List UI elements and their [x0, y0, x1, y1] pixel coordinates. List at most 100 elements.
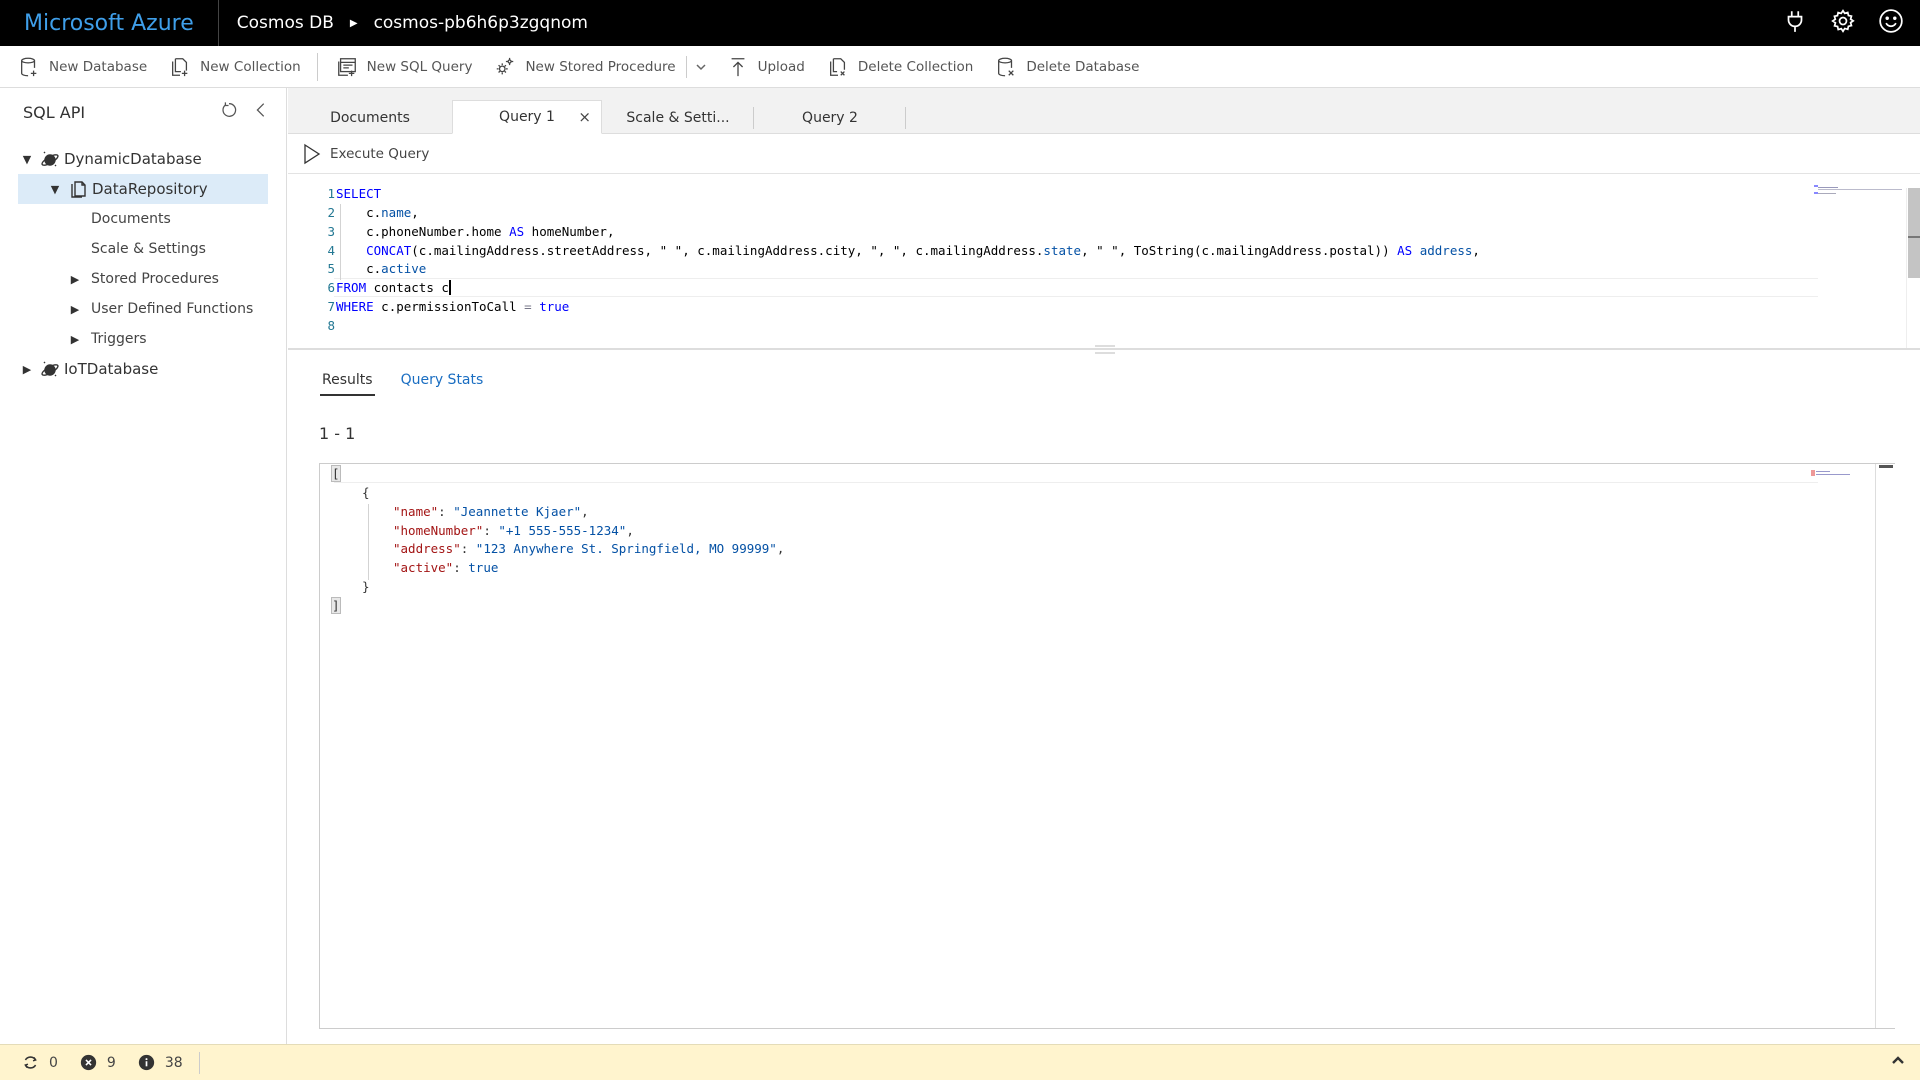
- chevron-right-icon: ▶: [349, 17, 358, 29]
- tab-query-1[interactable]: Query 1 ×: [452, 100, 602, 134]
- delete-collection-icon: [829, 57, 845, 76]
- gears-icon: [497, 57, 514, 74]
- caret-right-icon[interactable]: ▶: [68, 333, 82, 346]
- delete-collection-button[interactable]: Delete Collection: [827, 52, 973, 82]
- minimap[interactable]: [1814, 184, 1904, 196]
- status-bar: 0 9 38: [0, 1044, 1920, 1080]
- brand-logo[interactable]: Microsoft Azure: [0, 0, 219, 46]
- line-number: 6: [327, 280, 335, 295]
- current-line-highlight: [334, 464, 1818, 483]
- collapse-panel-icon[interactable]: [252, 101, 270, 123]
- code-line: c.name,: [336, 205, 419, 220]
- json-line: [: [331, 465, 341, 482]
- code-line: CONCAT(c.mailingAddress.streetAddress, "…: [366, 243, 1480, 258]
- top-header: Microsoft Azure Cosmos DB ▶ cosmos-pb6h6…: [0, 0, 1920, 46]
- error-notifications[interactable]: 9: [80, 1054, 116, 1071]
- results-json-viewer[interactable]: [ { "name": "Jeannette Kjaer", "homeNumb…: [319, 463, 1895, 1029]
- json-line: }: [362, 579, 370, 594]
- line-number: 3: [327, 224, 335, 239]
- delete-database-button[interactable]: Delete Database: [995, 52, 1139, 82]
- results-scrollbar[interactable]: [1875, 464, 1895, 1028]
- caret-right-icon[interactable]: ▶: [68, 303, 82, 316]
- code-line: FROM contacts c: [336, 280, 451, 295]
- caret-right-icon[interactable]: ▶: [68, 273, 82, 286]
- tree-node-dynamicdatabase[interactable]: ▼ DynamicDatabase: [0, 144, 286, 174]
- editor-scrollbar[interactable]: [1906, 188, 1920, 348]
- tree-node-iotdatabase[interactable]: ▶ IoTDatabase: [0, 354, 286, 384]
- json-line: "homeNumber": "+1 555-555-1234",: [393, 523, 634, 538]
- plug-icon[interactable]: [1782, 8, 1808, 38]
- line-number: 1: [327, 186, 335, 201]
- gear-icon[interactable]: [1830, 8, 1856, 38]
- tab-divider: [905, 107, 906, 129]
- tree-node-scale-settings[interactable]: Scale & Settings: [0, 234, 286, 264]
- scrollbar-marker: [1908, 188, 1920, 238]
- tab-documents[interactable]: Documents: [288, 101, 452, 134]
- result-count: 1 - 1: [319, 424, 356, 443]
- execute-query-button[interactable]: Execute Query: [302, 143, 429, 165]
- tree-node-stored-procedures[interactable]: ▶ Stored Procedures: [0, 264, 286, 294]
- code-line: c.phoneNumber.home AS homeNumber,: [336, 224, 615, 239]
- tab-results[interactable]: Results: [320, 370, 375, 396]
- tree-node-udfs[interactable]: ▶ User Defined Functions: [0, 294, 286, 324]
- tab-query-stats[interactable]: Query Stats: [399, 370, 486, 396]
- pending-notifications[interactable]: 0: [22, 1054, 58, 1071]
- tree-node-triggers[interactable]: ▶ Triggers: [0, 324, 286, 354]
- divider: [198, 1051, 200, 1074]
- smiley-feedback-icon[interactable]: [1878, 8, 1904, 38]
- text-cursor: [448, 280, 451, 295]
- sync-icon: [24, 1056, 37, 1069]
- tree-node-datarepository[interactable]: ▼ DataRepository: [18, 174, 268, 204]
- delete-database-icon: [998, 57, 1015, 76]
- json-line: "address": "123 Anywhere St. Springfield…: [393, 541, 785, 556]
- expand-console-button[interactable]: [1890, 1053, 1906, 1073]
- line-number: 5: [327, 261, 335, 276]
- caret-down-icon[interactable]: ▼: [48, 183, 62, 196]
- breadcrumb-service[interactable]: Cosmos DB: [237, 13, 334, 33]
- breadcrumb: Cosmos DB ▶ cosmos-pb6h6p3zgqnom: [219, 13, 588, 33]
- tab-strip: Documents Query 1 × Scale & Setti... Que…: [288, 88, 1920, 134]
- collection-icon: [71, 181, 86, 198]
- info-icon: [138, 1054, 154, 1071]
- resource-tree-panel: SQL API ▼ DynamicDatabase ▼ DataReposito…: [0, 88, 287, 1044]
- more-dropdown[interactable]: [685, 55, 707, 78]
- tab-scale-settings[interactable]: Scale & Setti...: [602, 101, 754, 134]
- code-line: c.active: [336, 261, 427, 276]
- code-line: SELECT: [336, 186, 382, 201]
- database-planet-icon: [41, 151, 59, 167]
- play-icon: [304, 143, 321, 164]
- new-collection-button[interactable]: New Collection: [169, 52, 301, 82]
- command-bar: New Database New Collection New SQL Quer…: [0, 46, 1920, 88]
- line-number: 8: [327, 318, 335, 333]
- database-planet-icon: [41, 361, 59, 377]
- new-database-button[interactable]: New Database: [18, 52, 147, 82]
- caret-down-icon[interactable]: ▼: [20, 153, 34, 166]
- json-line: {: [362, 485, 370, 500]
- resource-tree: ▼ DynamicDatabase ▼ DataRepository Docum…: [0, 144, 286, 384]
- json-line: ]: [331, 597, 341, 614]
- tree-node-documents[interactable]: Documents: [0, 204, 286, 234]
- new-sql-query-button[interactable]: New SQL Query: [336, 52, 472, 82]
- line-number: 4: [327, 243, 335, 258]
- new-stored-procedure-button[interactable]: New Stored Procedure: [494, 52, 676, 82]
- results-tabs: Results Query Stats: [320, 370, 485, 396]
- current-line-highlight: [334, 278, 1818, 297]
- close-tab-icon[interactable]: ×: [578, 108, 591, 126]
- indent-guide: [368, 504, 369, 580]
- caret-right-icon[interactable]: ▶: [20, 363, 34, 376]
- breadcrumb-account[interactable]: cosmos-pb6h6p3zgqnom: [374, 13, 588, 33]
- code-line: WHERE c.permissionToCall = true: [336, 299, 570, 314]
- tab-query-2[interactable]: Query 2: [754, 101, 906, 134]
- json-line: "name": "Jeannette Kjaer",: [393, 504, 589, 519]
- sql-query-editor[interactable]: 1 2 3 4 5 6 7 8 SELECT c.name, c.phoneNu…: [288, 174, 1920, 348]
- scrollbar-thumb[interactable]: [1879, 465, 1893, 468]
- line-number: 2: [327, 205, 335, 220]
- minimap[interactable]: [1811, 467, 1851, 482]
- new-collection-icon: [172, 57, 188, 76]
- upload-button[interactable]: Upload: [727, 52, 805, 82]
- splitter-grip[interactable]: [1095, 343, 1115, 355]
- panel-title: SQL API: [23, 102, 86, 122]
- json-line: "active": true: [393, 560, 499, 575]
- refresh-icon[interactable]: [220, 101, 238, 123]
- info-notifications[interactable]: 38: [138, 1054, 183, 1071]
